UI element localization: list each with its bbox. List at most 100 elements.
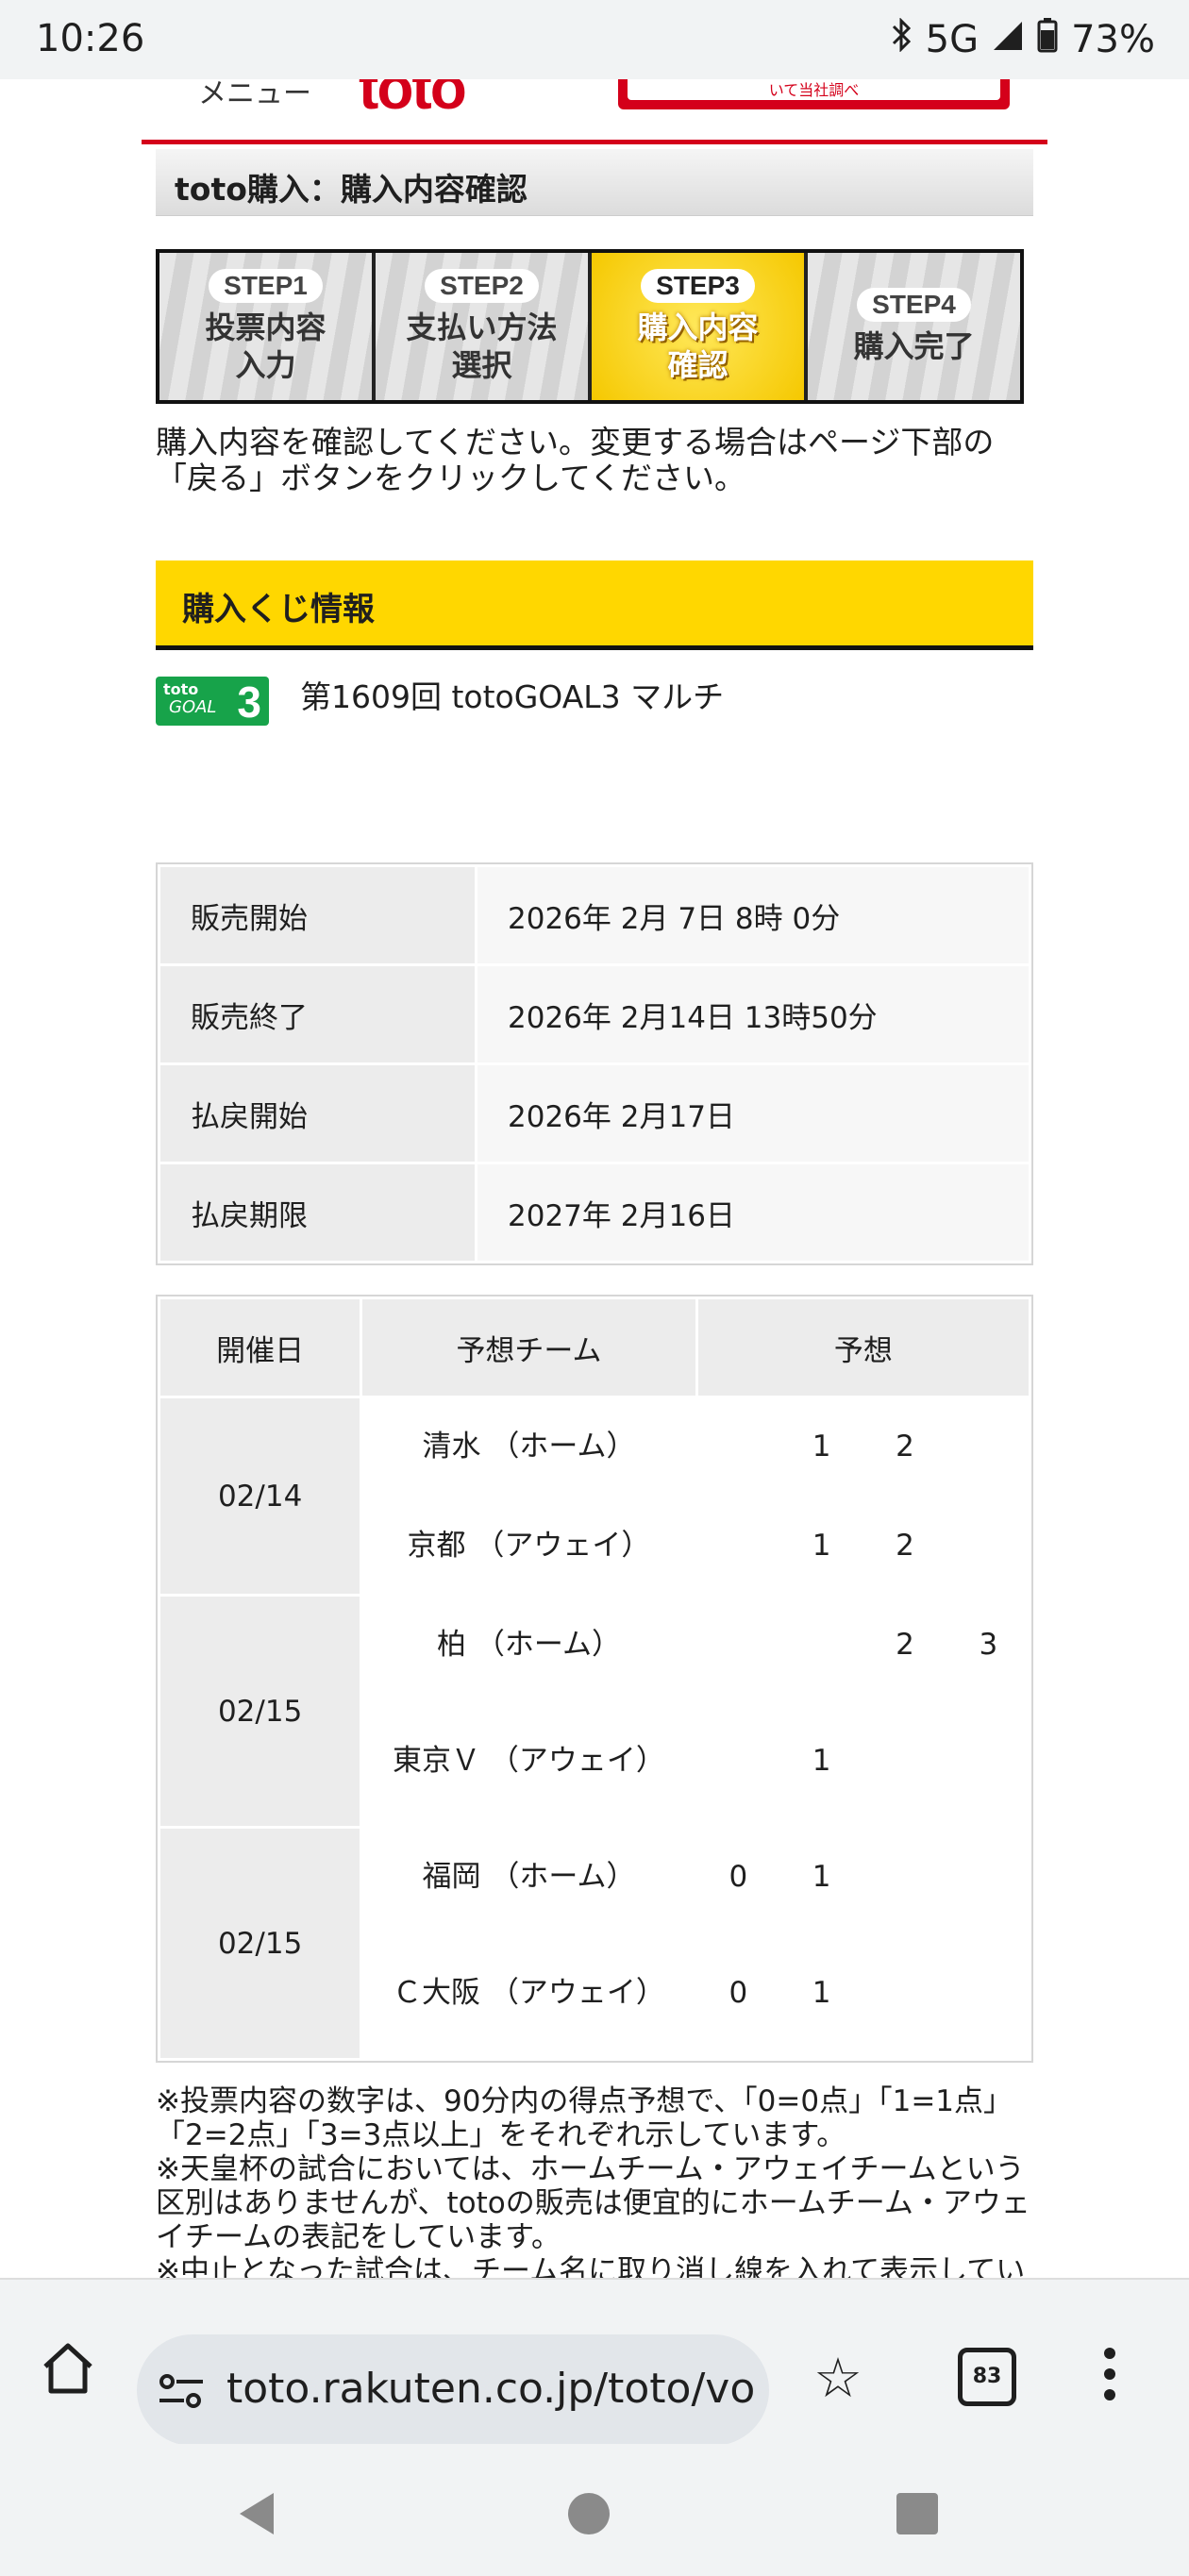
address-bar[interactable]: toto.rakuten.co.jp/toto/vo: [137, 2334, 769, 2446]
status-time: 10:26: [36, 17, 145, 60]
page-title: toto購入：購入内容確認: [175, 171, 528, 208]
header-divider: [142, 140, 1047, 144]
page-title-bar: toto購入：購入内容確認: [156, 149, 1033, 216]
team-name: 東京Ｖ （アウェイ）: [362, 1696, 695, 1826]
info-key: 販売開始: [160, 867, 475, 963]
prediction-cell: 3: [947, 1597, 1029, 1693]
ad-banner-text: ※toto公式サイト情報に基づき 2013-2025年実績について当社調べ: [628, 79, 1000, 100]
step-4: STEP4 購入完了: [804, 253, 1020, 400]
table-row: 02/14 清水 （ホーム） 1 2: [160, 1398, 1029, 1594]
prediction-table: 開催日 予想チーム 予想 02/14 清水 （ホーム） 1 2 京都 （アウェイ…: [156, 1295, 1033, 2063]
status-icons: 5G 73%: [892, 17, 1155, 62]
browser-toolbar: toto.rakuten.co.jp/toto/vo ☆ 83: [0, 2278, 1189, 2446]
lottery-name: 第1609回 totoGOAL3 マルチ: [300, 678, 725, 715]
battery-icon: [1037, 17, 1058, 62]
step-badge: STEP3: [641, 269, 755, 303]
site-settings-icon[interactable]: [158, 2372, 205, 2410]
sales-info-table: 販売開始 2026年 2月 7日 8時 0分 販売終了 2026年 2月14日 …: [156, 862, 1033, 1265]
step-badge: STEP4: [857, 288, 971, 322]
prediction-cell: [947, 1928, 1029, 2058]
prediction-cell: [947, 1829, 1029, 1925]
tab-switcher-button[interactable]: 83: [958, 2348, 1016, 2406]
step-1: STEP1 投票内容 入力: [159, 253, 372, 400]
match-date: 02/15: [160, 1597, 360, 1826]
section-heading: 購入くじ情報: [156, 560, 1033, 650]
prediction-cell: 0: [697, 1829, 779, 1925]
team-name: 清水 （ホーム）: [362, 1398, 695, 1495]
prediction-cell: [697, 1398, 779, 1495]
recent-apps-icon[interactable]: [896, 2493, 938, 2534]
battery-level: 73%: [1071, 18, 1155, 61]
info-value: 2026年 2月14日 13時50分: [477, 966, 1029, 1062]
bookmark-button[interactable]: ☆: [813, 2346, 862, 2410]
column-header-prediction: 予想: [697, 1299, 1029, 1396]
step-label: 投票内容 入力: [205, 309, 327, 383]
back-icon[interactable]: [236, 2491, 277, 2536]
team-name: 柏 （ホーム）: [362, 1597, 695, 1693]
prediction-cell: 2: [864, 1597, 946, 1693]
info-value: 2026年 2月 7日 8時 0分: [477, 867, 1029, 963]
prediction-cell: [947, 1497, 1029, 1594]
info-key: 販売終了: [160, 966, 475, 1062]
note-item: ※天皇杯の試合においては、ホームチーム・アウェイチームという区別はありませんが、…: [156, 2152, 1030, 2254]
step-label: 支払い方法 選択: [406, 309, 558, 383]
system-nav-bar: [0, 2444, 1189, 2576]
table-row: 02/15 福岡 （ホーム） 0 1: [160, 1829, 1029, 2058]
prediction-cell: [947, 1398, 1029, 1495]
home-button[interactable]: [38, 2338, 98, 2399]
table-row: 販売開始 2026年 2月 7日 8時 0分: [160, 867, 1029, 963]
step-badge: STEP2: [425, 269, 539, 303]
table-header-row: 開催日 予想チーム 予想: [160, 1299, 1029, 1396]
totogoal3-logo: toto GOAL 3: [156, 677, 269, 727]
site-header: メニュー toto ※toto公式サイト情報に基づき 2013-2025年実績に…: [142, 79, 1047, 145]
prediction-cell: 2: [864, 1398, 946, 1495]
column-header-team: 予想チーム: [362, 1299, 695, 1396]
menu-label[interactable]: メニュー: [198, 79, 311, 111]
note-item: ※投票内容の数字は、90分内の得点予想で、「0=0点」「1=1点」「2=2点」「…: [156, 2084, 1013, 2152]
toto-logo[interactable]: toto: [359, 79, 467, 123]
prediction-cell: [781, 1597, 862, 1693]
instruction-text: 購入内容を確認してください。変更する場合はページ下部の「戻る」ボタンをクリックし…: [156, 424, 995, 496]
step-badge: STEP1: [209, 269, 323, 303]
table-row: 払戻期限 2027年 2月16日: [160, 1164, 1029, 1261]
match-date: 02/15: [160, 1829, 360, 2058]
bluetooth-icon: [892, 17, 913, 61]
prediction-cell: 1: [781, 1928, 862, 2058]
section-title: 購入くじ情報: [182, 591, 375, 628]
step-label: 購入内容 確認: [637, 309, 759, 383]
prediction-cell: 1: [781, 1829, 862, 1925]
match-date: 02/14: [160, 1398, 360, 1594]
prediction-cell: [864, 1829, 946, 1925]
prediction-cell: 0: [697, 1928, 779, 2058]
prediction-cell: [697, 1597, 779, 1693]
info-key: 払戻期限: [160, 1164, 475, 1261]
more-vert-icon: [1104, 2348, 1115, 2400]
note-item: ※中止となった試合は、チーム名に取り消し線を入れて表示しています。: [156, 2254, 1026, 2278]
team-name: 京都 （アウェイ）: [362, 1497, 695, 1594]
nav-home-icon[interactable]: [568, 2493, 610, 2534]
prediction-cell: 1: [781, 1398, 862, 1495]
table-row: 02/15 柏 （ホーム） 2 3: [160, 1597, 1029, 1826]
info-value: 2026年 2月17日: [477, 1065, 1029, 1162]
status-bar: 10:26 5G 73%: [0, 0, 1189, 79]
notes: ※投票内容の数字は、90分内の得点予想で、「0=0点」「1=1点」「2=2点」「…: [156, 2084, 1043, 2278]
info-key: 払戻開始: [160, 1065, 475, 1162]
team-name: 福岡 （ホーム）: [362, 1829, 695, 1925]
info-value: 2027年 2月16日: [477, 1164, 1029, 1261]
logo-number: 3: [237, 677, 261, 727]
star-icon: ☆: [813, 2346, 862, 2410]
table-row: 販売終了 2026年 2月14日 13時50分: [160, 966, 1029, 1062]
url-text[interactable]: toto.rakuten.co.jp/toto/vo: [226, 2365, 755, 2413]
network-type: 5G: [925, 18, 980, 61]
step-3-current: STEP3 購入内容 確認: [588, 253, 804, 400]
ad-banner[interactable]: ※toto公式サイト情報に基づき 2013-2025年実績について当社調べ: [618, 79, 1010, 109]
prediction-cell: [697, 1497, 779, 1594]
prediction-cell: [864, 1696, 946, 1826]
step-indicator: STEP1 投票内容 入力 STEP2 支払い方法 選択 STEP3 購入内容 …: [156, 249, 1024, 404]
step-label: 購入完了: [853, 328, 975, 364]
prediction-cell: [864, 1928, 946, 2058]
signal-icon: [992, 18, 1024, 61]
prediction-cell: [947, 1696, 1029, 1826]
more-menu-button[interactable]: [1102, 2346, 1117, 2402]
prediction-cell: 1: [781, 1497, 862, 1594]
